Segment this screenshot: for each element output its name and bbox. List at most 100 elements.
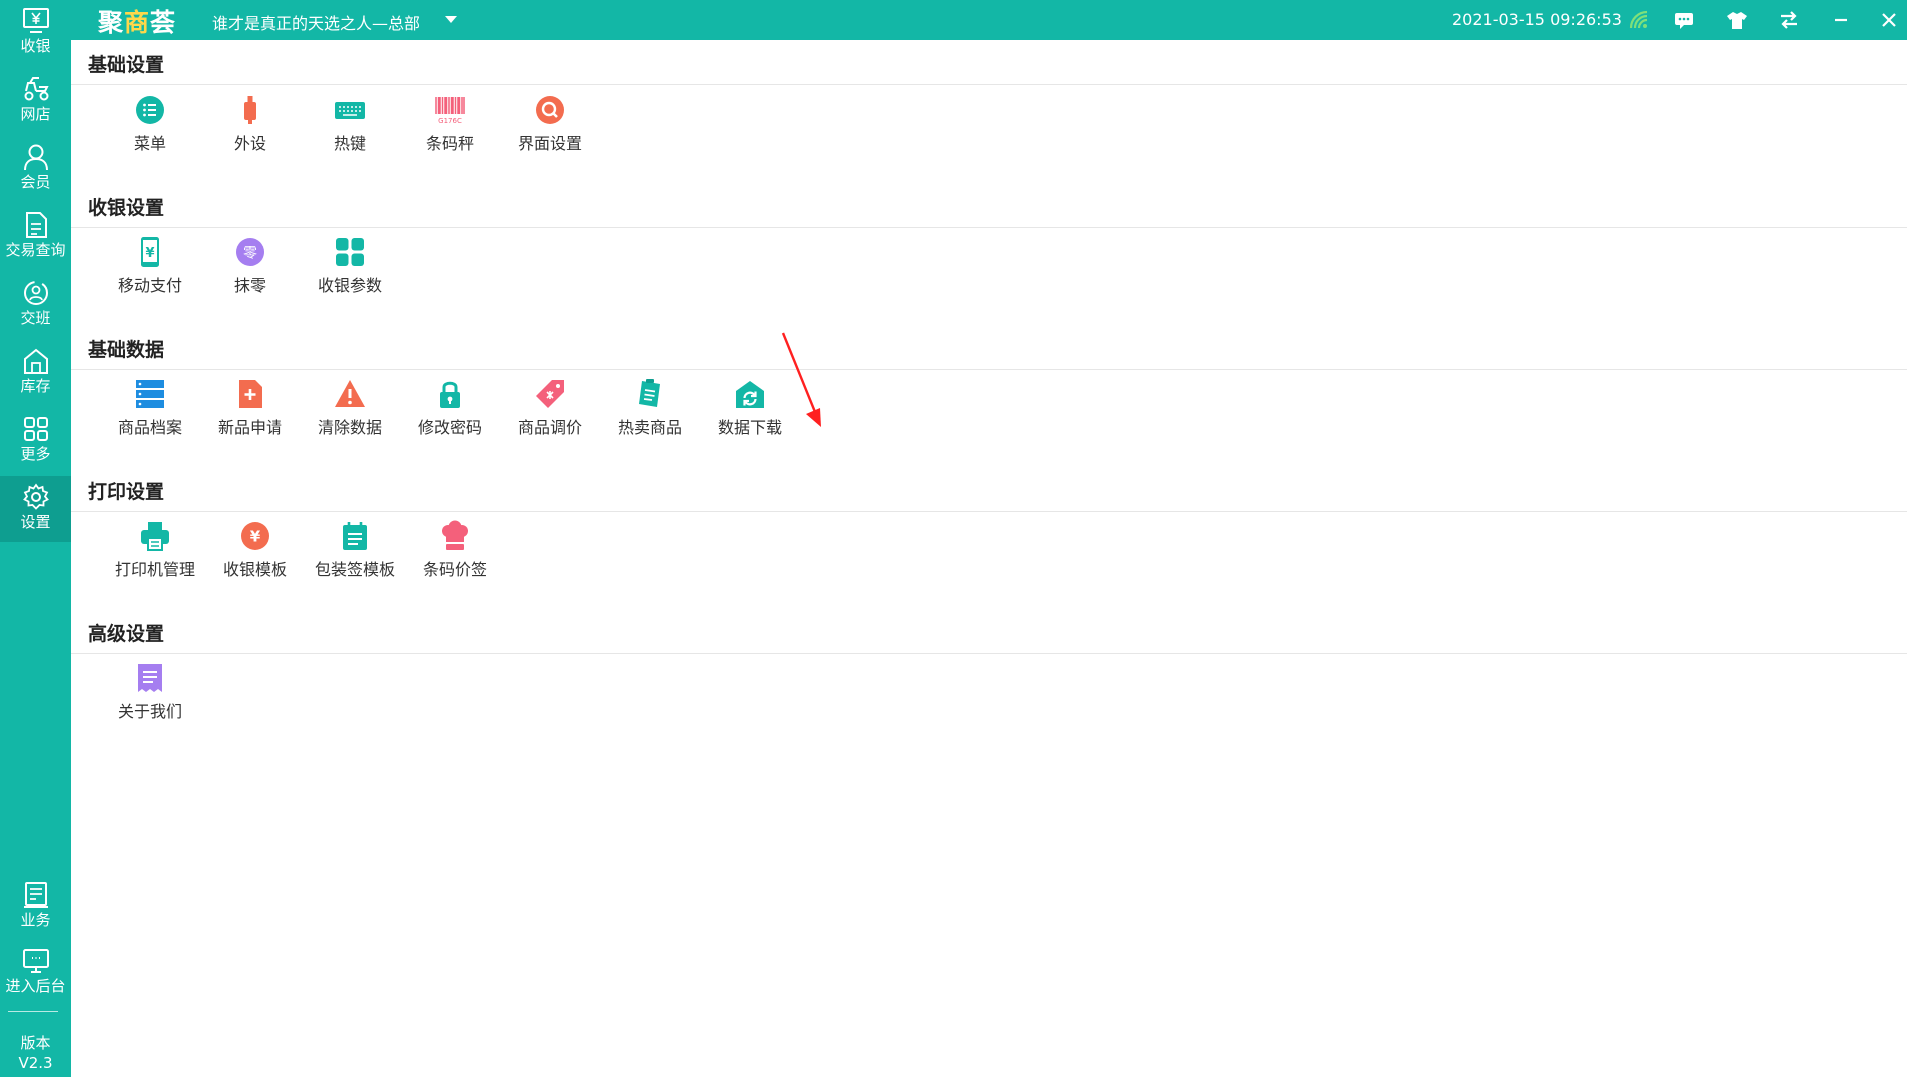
barcode-scale-icon: G176C [435,97,465,125]
new-product-icon [239,380,262,408]
cashier-icon [22,8,49,33]
svg-text:¥: ¥ [145,246,154,261]
sidebar-item-member[interactable]: 会员 [0,136,71,202]
tile-barcode-price-tag[interactable]: 条码价签 [405,520,505,590]
tile-product-archive[interactable]: 商品档案 [100,378,200,448]
cashier-template-icon: ¥ [241,522,269,550]
sidebar-item-label: 业务 [20,911,51,929]
package-label-icon [343,522,367,550]
version-info: 版本 V2.3 [0,1033,71,1073]
chevron-down-icon[interactable] [445,16,457,23]
sidebar-item-label: 收银 [20,37,51,55]
tile-cashier-template[interactable]: ¥ 收银模板 [205,520,305,590]
backend-icon [22,949,49,973]
sidebar-item-label: 会员 [20,173,51,191]
sidebar-item-transaction-query[interactable]: 交易查询 [0,204,71,270]
tile-hotkey[interactable]: 热键 [300,94,400,164]
tile-cashier-params[interactable]: 收银参数 [300,236,400,306]
tile-menu[interactable]: 菜单 [100,94,200,164]
tile-new-product[interactable]: 新品申请 [200,378,300,448]
barcode-price-tag-icon [442,520,468,550]
version-label: 版本 [20,1034,51,1052]
printer-icon [141,522,169,551]
tile-price-adjust[interactable]: 商品调价 [500,378,600,448]
sidebar-item-label: 交班 [20,309,51,327]
sidebar-item-label: 库存 [20,377,51,395]
keyboard-icon [335,102,365,119]
tile-clear-data[interactable]: 清除数据 [300,378,400,448]
sidebar-item-label: 进入后台 [5,977,66,995]
section-title-basic-data: 基础数据 [88,339,165,361]
sidebar: 收银 网店 会员 交易查询 交班 库存 更多 设置 业务 进入后台 版本 V2.… [0,0,71,1077]
sidebar-item-label: 交易查询 [5,241,66,259]
cashier-params-icon [336,238,364,266]
message-icon[interactable] [1672,8,1696,32]
sidebar-item-online-store[interactable]: 网店 [0,68,71,134]
sidebar-item-backend[interactable]: 进入后台 [0,940,71,1006]
section-title-advanced-settings: 高级设置 [88,623,165,645]
title-bar: 聚商荟 谁才是真正的天选之人—总部 2021-03-15 09:26:53 [0,0,1907,40]
inventory-icon [23,348,48,374]
tile-round-off[interactable]: 零 抹零 [200,236,300,306]
tile-change-password[interactable]: 修改密码 [400,378,500,448]
datetime-display: 2021-03-15 09:26:53 [1452,10,1622,29]
section-divider [71,511,1907,512]
tile-printer-management[interactable]: 打印机管理 [105,520,205,590]
tile-hot-sale[interactable]: 热卖商品 [600,378,700,448]
tile-about-us[interactable]: 关于我们 [100,662,200,732]
section-divider [71,653,1907,654]
shift-handover-icon [23,281,48,305]
product-archive-icon [136,380,164,408]
app-logo: 聚商荟 [98,8,177,37]
sidebar-divider [8,1011,58,1012]
svg-text:G176C: G176C [438,117,462,125]
interface-settings-icon [536,96,564,124]
svg-text:¥: ¥ [250,528,261,546]
svg-text:零: 零 [243,246,257,262]
tile-package-label-template[interactable]: 包装签模板 [305,520,405,590]
sidebar-item-label: 网店 [20,105,51,123]
clear-data-warning-icon [335,380,365,407]
version-value: V2.3 [18,1054,53,1072]
section-title-cashier-settings: 收银设置 [88,197,165,219]
settings-panel: 基础设置 菜单 外设 热键 G176C 条码秤 界面设置 收银设置 ¥ 移动支付… [71,40,1907,1077]
section-divider [71,227,1907,228]
transaction-query-icon [25,212,47,238]
about-us-icon [138,664,162,692]
member-icon [23,144,48,171]
skin-icon[interactable] [1725,8,1749,32]
section-title-print-settings: 打印设置 [88,481,165,503]
round-off-icon: 零 [236,238,264,266]
menu-list-icon [136,96,164,124]
hot-sale-icon [639,379,660,407]
section-divider [71,369,1907,370]
tile-interface-settings[interactable]: 界面设置 [500,94,600,164]
business-icon [23,882,48,908]
close-icon[interactable] [1877,8,1901,32]
online-store-icon [24,77,49,101]
sidebar-item-shift-handover[interactable]: 交班 [0,272,71,338]
section-divider [71,84,1907,85]
tile-peripheral[interactable]: 外设 [200,94,300,164]
sidebar-item-label: 更多 [20,445,51,463]
sidebar-item-business[interactable]: 业务 [0,874,71,940]
price-adjust-tag-icon [536,380,564,408]
more-icon [23,417,48,441]
tile-barcode-scale[interactable]: G176C 条码秤 [400,94,500,164]
sidebar-item-settings[interactable]: 设置 [0,476,71,542]
sidebar-item-inventory[interactable]: 库存 [0,340,71,406]
minimize-icon[interactable] [1829,8,1853,32]
wifi-signal-icon [1627,8,1651,32]
settings-icon [22,483,49,510]
sidebar-item-label: 设置 [20,513,51,531]
mobile-pay-icon: ¥ [141,237,159,267]
sidebar-item-more[interactable]: 更多 [0,408,71,474]
tile-mobile-pay[interactable]: ¥ 移动支付 [100,236,200,306]
annotation-arrow [781,332,821,427]
section-title-basic-settings: 基础设置 [88,54,165,76]
store-selector[interactable]: 谁才是真正的天选之人—总部 [212,10,420,34]
data-download-icon [736,381,764,408]
change-password-lock-icon [440,381,460,408]
sidebar-item-cashier[interactable]: 收银 [0,0,71,66]
switch-icon[interactable] [1777,8,1801,32]
